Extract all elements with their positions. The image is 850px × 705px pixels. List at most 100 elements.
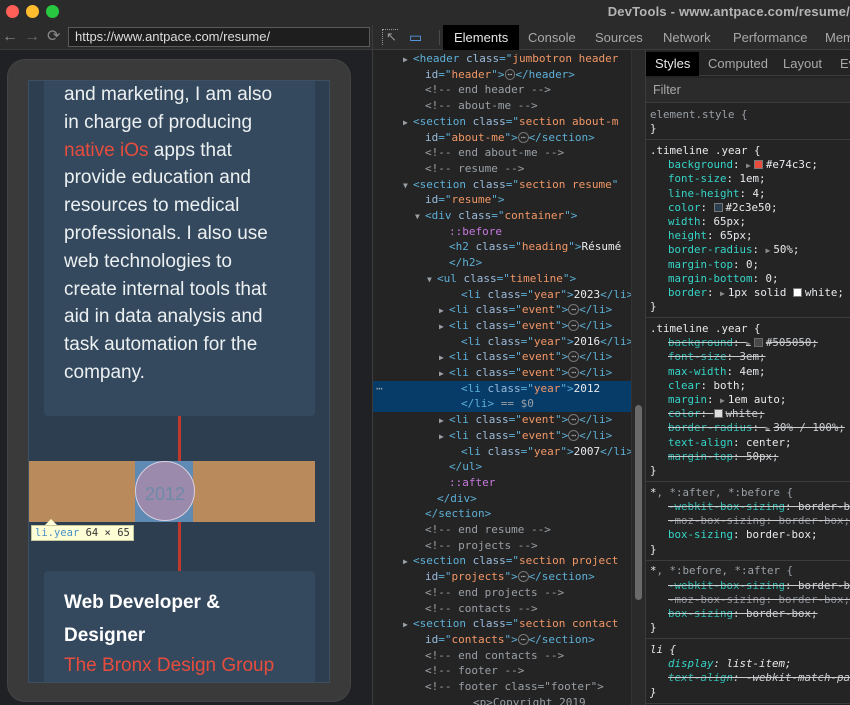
dom-node-line[interactable]: <!-- resume --> [373,161,635,177]
tab-styles[interactable]: Styles [646,52,700,76]
style-property[interactable]: background: ▶ #505050; [646,336,850,350]
style-property[interactable]: font-size: 1em; [646,172,850,186]
dom-node-line[interactable]: id="projects"> ⋯ </section> [373,569,635,585]
dom-node-line[interactable]: <!-- end header --> [373,82,635,98]
ellipsis-icon[interactable]: ⋯ [517,633,529,645]
style-property[interactable]: margin-bottom: 0; [646,272,850,286]
node-actions-icon[interactable]: ⋯ [376,381,383,397]
job-company[interactable]: The Bronx Design Group [64,655,274,677]
tab-elements[interactable]: Elements [443,25,520,50]
dom-node-line[interactable]: <!-- end resume --> [373,522,635,538]
expand-arrow-icon[interactable]: ▶ [439,319,449,334]
tab-sources[interactable]: Sources [584,25,654,50]
expand-arrow-icon[interactable]: ▶ [746,161,751,170]
style-property[interactable]: box-sizing: border-box; [646,528,850,542]
close-window-button[interactable] [6,5,19,18]
dom-node-line[interactable]: ▶ <li class="event"> ⋯ </li> [373,318,635,334]
tab-console[interactable]: Console [517,25,587,50]
dom-node-line[interactable]: ▼ <section class="section resume" [373,177,635,193]
collapse-arrow-icon[interactable]: ▼ [415,209,425,224]
styles-filter-input[interactable]: Filter [646,78,850,103]
ellipsis-icon[interactable]: ⋯ [517,131,529,143]
expand-arrow-icon[interactable]: ▶ [403,52,413,67]
reload-icon[interactable]: ⟳ [47,28,60,46]
dom-node-line[interactable]: <h2 class="heading">Résumé [373,239,635,255]
style-property[interactable]: margin-top: 0; [646,258,850,272]
tab-computed[interactable]: Computed [699,52,777,76]
color-swatch-icon[interactable] [753,160,763,170]
dom-node-line[interactable]: <!-- end about-me --> [373,145,635,161]
ellipsis-icon[interactable]: ⋯ [568,414,580,426]
style-property[interactable]: width: 65px; [646,215,850,229]
style-property[interactable]: height: 65px; [646,229,850,243]
expand-arrow-icon[interactable]: ▶ [746,339,751,348]
expand-arrow-icon[interactable]: ▶ [439,350,449,365]
maximize-window-button[interactable] [46,5,59,18]
dom-node-line[interactable]: ::before [373,224,635,240]
collapse-arrow-icon[interactable]: ▼ [427,272,437,287]
inspect-element-icon[interactable] [382,29,398,45]
forward-arrow-icon[interactable]: → [24,28,40,46]
dom-node-line[interactable]: ▶ <section class="section contact [373,616,635,632]
style-property[interactable]: color: white; [646,407,850,421]
style-property[interactable]: max-width: 4em; [646,365,850,379]
expand-arrow-icon[interactable]: ▶ [439,366,449,381]
dom-node-line[interactable]: ⋯ <li class="year">2012 [373,380,635,397]
style-property[interactable]: display: list-item; [646,657,850,671]
dom-node-line[interactable]: ▼ <ul class="timeline"> [373,271,635,287]
dom-node-line[interactable]: </ul> [373,459,635,475]
elements-scrollbar[interactable] [631,50,645,705]
style-property[interactable]: margin-top: 50px; [646,450,850,464]
dom-node-line[interactable]: id="header"> ⋯ </header> [373,67,635,83]
elements-scrollbar-thumb[interactable] [635,405,642,600]
dom-node-line[interactable]: ▶ <li class="event"> ⋯ </li> [373,349,635,365]
style-property[interactable]: -webkit-box-sizing: border-box; [646,500,850,514]
timeline-year-badge[interactable]: 2012 [135,461,195,521]
dom-node-line[interactable]: <!-- end projects --> [373,585,635,601]
style-property[interactable]: background: ▶ #e74c3c; [646,158,850,172]
style-property[interactable]: text-align: center; [646,436,850,450]
style-property[interactable]: color: #2c3e50; [646,201,850,215]
tab-mem[interactable]: Mem [814,25,850,50]
color-swatch-icon[interactable] [753,338,763,348]
ellipsis-icon[interactable]: ⋯ [568,367,580,378]
ellipsis-icon[interactable]: ⋯ [568,429,580,441]
expand-arrow-icon[interactable]: ▶ [720,396,725,405]
dom-node-line[interactable]: id="contacts"> ⋯ </section> [373,632,635,648]
style-property[interactable]: box-sizing: border-box; [646,607,850,621]
style-property[interactable]: -moz-box-sizing: border-box; [646,514,850,528]
expand-arrow-icon[interactable]: ▶ [766,424,771,433]
color-swatch-icon[interactable] [713,202,723,212]
dom-node-line[interactable]: id="resume"> [373,192,635,208]
style-property[interactable]: -moz-box-sizing: border-box; [646,593,850,607]
style-property[interactable]: line-height: 4; [646,187,850,201]
dom-node-line[interactable]: </section> [373,506,635,522]
style-property[interactable]: margin: ▶ 1em auto; [646,393,850,407]
dom-node-line[interactable]: <!-- footer class="footer"> [373,679,635,695]
dom-node-line[interactable]: ::after [373,475,635,491]
color-swatch-icon[interactable] [792,287,802,297]
dom-node-line[interactable]: ▼ <div class="container"> [373,208,635,224]
expand-arrow-icon[interactable]: ▶ [439,429,449,444]
tab-network[interactable]: Network [652,25,722,50]
dom-node-line[interactable]: </div> [373,491,635,507]
style-property[interactable]: text-align: -webkit-match-parent; [646,671,850,685]
dom-node-line[interactable]: </h2> [373,255,635,271]
expand-arrow-icon[interactable]: ▶ [403,617,413,632]
ellipsis-icon[interactable]: ⋯ [568,319,580,331]
dom-node-line[interactable]: ▶ <li class="event"> ⋯ </li> [373,365,635,381]
dom-node-line[interactable]: <li class="year">2016</li> [373,334,635,350]
rule-selector[interactable]: *, *:after, *:before { [646,486,850,500]
minimize-window-button[interactable] [26,5,39,18]
style-property[interactable]: border: ▶ 1px solid white; [646,286,850,300]
dom-node-line[interactable]: </li> == $0 [373,396,635,413]
ellipsis-icon[interactable]: ⋯ [568,304,580,316]
dom-node-line[interactable]: <p>Copyright 2019 [373,695,635,705]
device-toolbar-icon[interactable]: ▭ [409,29,425,45]
expand-arrow-icon[interactable]: ▶ [403,115,413,130]
dom-node-line[interactable]: <li class="year">2023</li> [373,287,635,303]
tab-layout[interactable]: Layout [774,52,831,76]
rule-selector[interactable]: .timeline .year { [646,144,850,158]
expand-arrow-icon[interactable]: ▶ [439,303,449,318]
expand-arrow-icon[interactable]: ▶ [720,289,725,298]
